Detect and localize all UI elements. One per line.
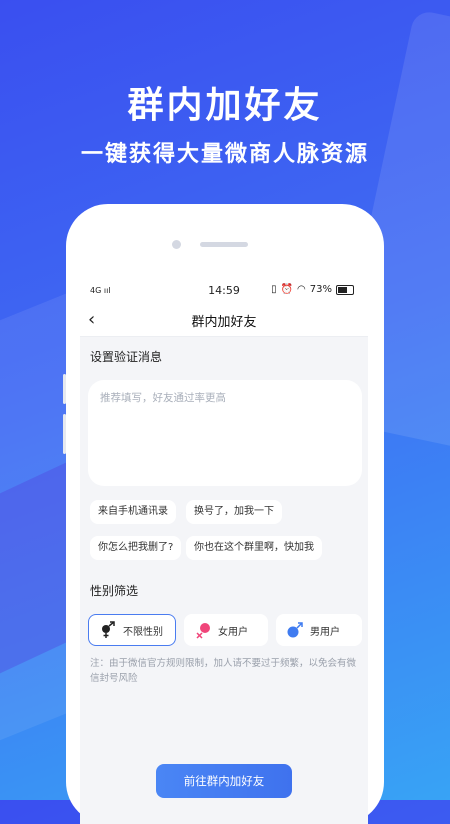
verify-message-placeholder: 推荐填写，好友通过率更高 [100,392,226,404]
app-screen: 4G ııl 14:59 ▯ ⏰ ◠ 73% ‹ 群内加好友 设置验证消息 推荐… [80,278,368,824]
vibrate-icon: ▯ [271,284,277,295]
battery-icon [336,284,354,295]
promo-subtitle: 一键获得大量微商人脉资源 [80,142,369,167]
female-icon [194,621,212,639]
gender-option-female[interactable]: 女用户 [184,614,268,646]
alarm-icon: ⏰ [280,284,294,295]
side-button [63,374,66,404]
template-chip[interactable]: 换号了，加我一下 [186,500,282,524]
battery-percent: 73% [309,284,332,295]
status-bar: 4G ııl 14:59 ▯ ⏰ ◠ 73% [80,278,368,304]
template-chip[interactable]: 你怎么把我删了? [90,536,182,560]
gender-option-label: 男用户 [310,626,340,638]
speaker-grille [200,242,248,247]
gender-option-label: 女用户 [218,626,248,638]
verify-message-input[interactable]: 推荐填写，好友通过率更高 [88,380,362,486]
risk-notice: 注：由于微信官方规则限制，加人请不要过于频繁，以免会有微信封号风险 [90,658,357,684]
go-to-group-add-button[interactable]: 前往群内加好友 [156,764,292,798]
gender-option-label: 不限性别 [123,626,163,638]
gender-section-title: 性别筛选 [90,584,139,598]
promo-title: 群内加好友 [127,85,323,126]
nav-bar: ‹ 群内加好友 [80,304,368,337]
template-chip[interactable]: 你也在这个群里啊，快加我 [186,536,322,560]
wifi-icon: ◠ [297,284,306,295]
status-icons: ▯ ⏰ ◠ 73% [271,284,354,295]
gender-both-icon [99,621,117,639]
phone-frame: 4G ııl 14:59 ▯ ⏰ ◠ 73% ‹ 群内加好友 设置验证消息 推荐… [63,204,384,824]
page-title: 群内加好友 [191,315,257,330]
male-icon [286,621,304,639]
template-chip[interactable]: 来自手机通讯录 [90,500,176,524]
gender-option-male[interactable]: 男用户 [276,614,362,646]
side-button [63,414,66,454]
camera-icon [172,240,181,249]
gender-option-any[interactable]: 不限性别 [88,614,176,646]
verify-section-title: 设置验证消息 [90,350,163,364]
